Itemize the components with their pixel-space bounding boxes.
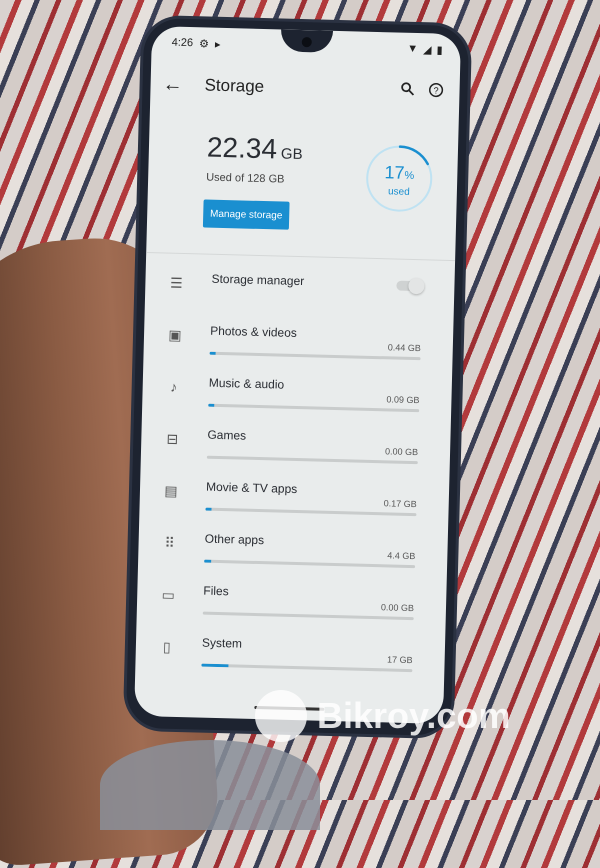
cloth	[100, 740, 320, 830]
row-label: Games	[207, 428, 246, 443]
movie-icon: ▤	[162, 482, 180, 500]
usage-percent-value: 17	[384, 162, 405, 183]
usage-bar-fill	[208, 404, 214, 407]
usage-bar	[207, 456, 418, 465]
row-label: Files	[203, 584, 229, 599]
row-size: 0.17 GB	[384, 498, 417, 509]
category-row-photos[interactable]: ▣ Photos & videos 0.44 GB	[143, 310, 453, 370]
cast-icon: ▸	[215, 37, 221, 50]
row-label: System	[202, 636, 242, 651]
usage-bar	[203, 612, 414, 621]
used-of-total: Used of 128 GB	[206, 172, 285, 186]
used-value: 22.34	[207, 132, 278, 165]
row-size: 0.09 GB	[386, 394, 419, 405]
manage-storage-button[interactable]: Manage storage	[203, 199, 290, 229]
search-icon[interactable]	[400, 81, 414, 100]
category-row-games[interactable]: ⊟ Games 0.00 GB	[141, 414, 451, 474]
usage-percent: 17%	[363, 162, 436, 185]
usage-ring: 17% used	[362, 142, 436, 216]
app-bar: ← Storage ?	[150, 62, 460, 114]
wifi-icon: ▼	[407, 43, 418, 55]
storage-manager-row[interactable]: ☰ Storage manager	[145, 258, 455, 318]
gamepad-icon: ⊟	[163, 431, 181, 449]
page-title: Storage	[204, 75, 400, 100]
row-size: 4.4 GB	[387, 550, 415, 561]
help-icon[interactable]: ?	[428, 82, 443, 101]
usage-percent-sign: %	[404, 170, 414, 182]
used-unit: GB	[281, 145, 303, 163]
screen: 4:26 ⚙ ▸ ▼ ◢ ▮ ← Storage ?	[134, 26, 461, 724]
used-amount: 22.34GB	[207, 132, 304, 166]
row-size: 17 GB	[387, 654, 413, 665]
folder-icon: ▭	[159, 586, 177, 604]
status-time: 4:26	[172, 37, 194, 50]
row-label: Other apps	[205, 532, 265, 548]
usage-bar-fill	[204, 560, 211, 563]
category-row-system[interactable]: ▯ System 17 GB	[135, 622, 445, 682]
row-size: 0.44 GB	[388, 342, 421, 353]
apps-grid-icon: ⠿	[160, 534, 178, 552]
category-row-music[interactable]: ♪ Music & audio 0.09 GB	[142, 362, 452, 422]
battery-icon: ▮	[436, 43, 442, 56]
usage-bar	[201, 664, 412, 673]
row-label: Movie & TV apps	[206, 480, 297, 496]
row-label: Photos & videos	[210, 324, 297, 340]
row-label: Storage manager	[211, 272, 304, 288]
phone: 4:26 ⚙ ▸ ▼ ◢ ▮ ← Storage ?	[126, 18, 469, 736]
watermark: Bikroy.com	[255, 690, 510, 742]
usage-bar	[204, 560, 415, 569]
system-icon: ▯	[158, 638, 176, 656]
usage-percent-label: used	[363, 186, 435, 199]
usage-bar	[208, 404, 419, 413]
category-row-other-apps[interactable]: ⠿ Other apps 4.4 GB	[138, 518, 448, 578]
back-arrow-icon[interactable]: ←	[150, 73, 195, 97]
storage-manager-toggle[interactable]	[396, 281, 422, 292]
usage-bar	[205, 508, 416, 517]
usage-bar-fill	[210, 352, 216, 355]
music-note-icon: ♪	[164, 379, 182, 397]
status-bar: 4:26 ⚙ ▸ ▼ ◢ ▮	[172, 35, 443, 58]
photos-icon: ▣	[166, 327, 184, 345]
storage-category-list: ☰ Storage manager ▣ Photos & videos 0.44…	[135, 258, 455, 682]
usage-bar	[210, 352, 421, 361]
usage-bar-fill	[205, 508, 211, 511]
signal-icon: ◢	[423, 43, 432, 56]
watermark-text: Bikroy.com	[317, 695, 510, 737]
svg-text:?: ?	[433, 85, 438, 95]
storage-summary: 22.34GB Used of 128 GB Manage storage 17…	[146, 122, 458, 250]
watermark-logo	[255, 690, 307, 742]
settings-icon: ⚙	[199, 37, 209, 50]
usage-bar-fill	[201, 664, 228, 668]
row-size: 0.00 GB	[385, 446, 418, 457]
row-label: Music & audio	[209, 376, 285, 392]
category-row-movies[interactable]: ▤ Movie & TV apps 0.17 GB	[139, 466, 449, 526]
row-size: 0.00 GB	[381, 602, 414, 613]
storage-manager-icon: ☰	[167, 275, 185, 293]
category-row-files[interactable]: ▭ Files 0.00 GB	[137, 570, 447, 630]
